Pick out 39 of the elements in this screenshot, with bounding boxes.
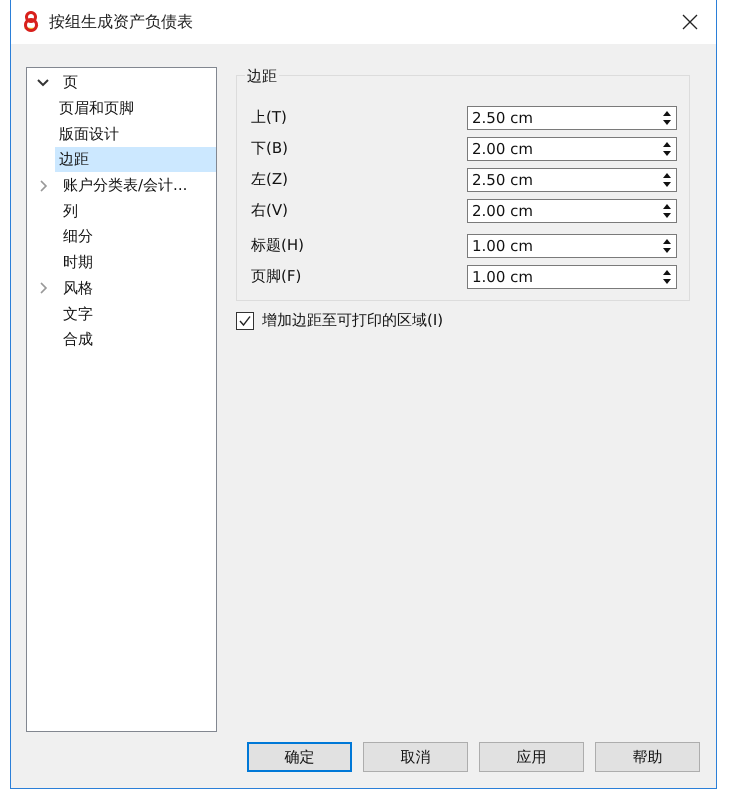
tree-item[interactable]: 页眉和页脚 xyxy=(55,96,216,122)
tree-item[interactable]: 细分 xyxy=(59,224,97,250)
dialog-button[interactable]: 确定 xyxy=(247,742,352,772)
tree-item[interactable]: 文字 xyxy=(59,302,97,327)
dialog-button[interactable]: 取消 xyxy=(363,742,468,772)
tree-item[interactable]: 列 xyxy=(59,198,82,224)
spin-arrows-icon[interactable] xyxy=(662,202,672,218)
tree-item[interactable]: 合成 xyxy=(59,327,97,352)
window-title: 按组生成资产负债表 xyxy=(49,12,194,32)
spin-arrows-icon[interactable] xyxy=(662,238,672,254)
field-label: 上(T) xyxy=(251,108,287,127)
tree-item[interactable]: 页 xyxy=(59,70,82,96)
spin-field[interactable]: 2.50 cm xyxy=(467,106,677,130)
spin-arrows-icon[interactable] xyxy=(662,140,672,156)
spin-field[interactable]: 2.00 cm xyxy=(467,198,677,222)
close-icon[interactable] xyxy=(682,14,698,30)
tree-item[interactable]: 时期 xyxy=(59,250,97,276)
tree-item[interactable]: 账户分类表/会计... xyxy=(59,173,192,198)
tree-item[interactable]: 风格 xyxy=(59,276,97,301)
dialog-button[interactable]: 帮助 xyxy=(595,742,700,772)
group-title: 边距 xyxy=(245,67,279,86)
tree-item[interactable]: 版面设计 xyxy=(55,122,216,147)
field-label: 下(B) xyxy=(251,139,288,158)
tree-item[interactable]: 边距 xyxy=(55,147,216,172)
chevron-down-icon[interactable] xyxy=(37,76,49,89)
checkbox-label: 增加边距至可打印的区域(I) xyxy=(262,311,444,330)
field-label: 右(V) xyxy=(251,201,288,220)
spin-field[interactable]: 2.00 cm xyxy=(467,136,677,160)
checkbox[interactable] xyxy=(236,312,254,330)
spin-field[interactable]: 1.00 cm xyxy=(467,264,677,288)
spin-arrows-icon[interactable] xyxy=(662,172,672,188)
spin-field[interactable]: 1.00 cm xyxy=(467,234,677,258)
field-label: 标题(H) xyxy=(251,236,304,255)
spin-arrows-icon[interactable] xyxy=(662,268,672,284)
field-label: 左(Z) xyxy=(251,170,288,189)
spin-arrows-icon[interactable] xyxy=(662,110,672,126)
field-label: 页脚(F) xyxy=(251,267,302,286)
spin-field[interactable]: 2.50 cm xyxy=(467,168,677,192)
dialog-button[interactable]: 应用 xyxy=(479,742,584,772)
